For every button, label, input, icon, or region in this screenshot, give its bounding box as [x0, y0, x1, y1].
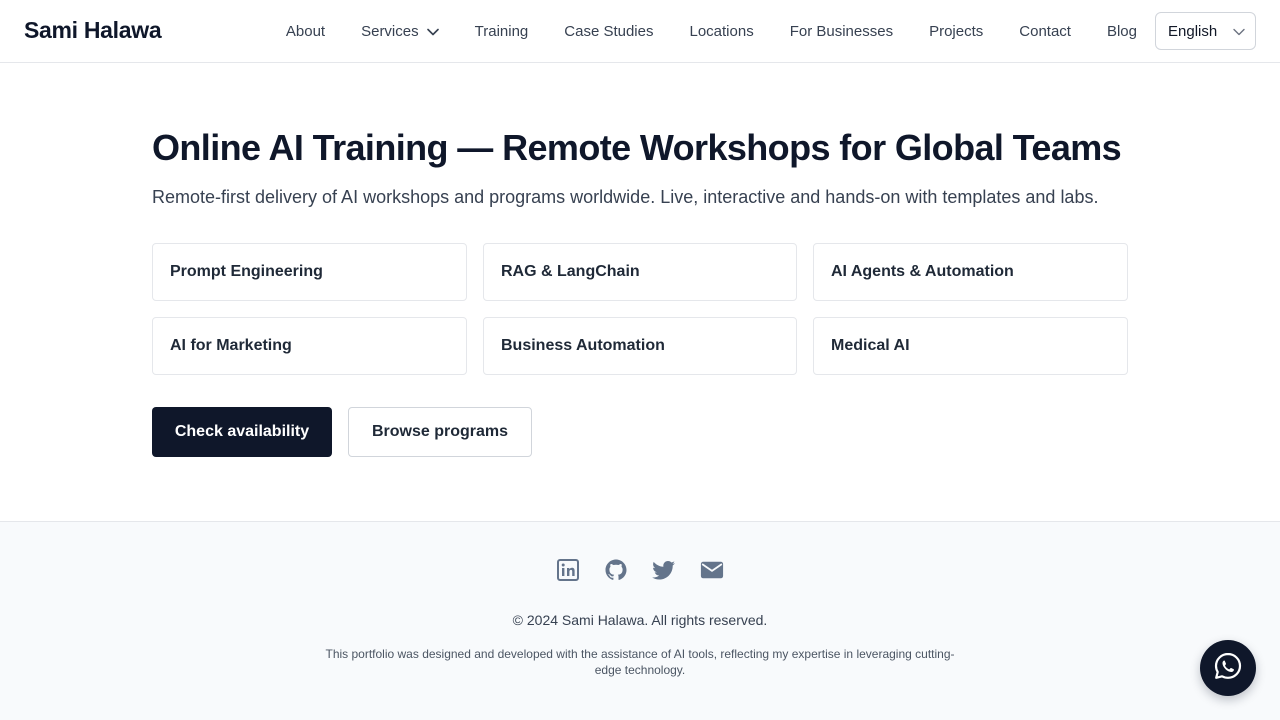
nav-locations-label: Locations [689, 22, 754, 40]
linkedin-icon[interactable] [556, 558, 580, 582]
social-links [0, 558, 1280, 582]
topic-card-rag-langchain[interactable]: RAG & LangChain [483, 243, 797, 301]
language-select[interactable]: English [1155, 12, 1256, 50]
nav-for-businesses-label: For Businesses [789, 22, 894, 40]
nav-about-label: About [285, 22, 326, 40]
nav-projects[interactable]: Projects [929, 23, 983, 40]
cta-buttons: Check availability Browse programs [152, 407, 532, 457]
nav-contact-label: Contact [1019, 22, 1071, 40]
nav-case-studies-label: Case Studies [564, 22, 654, 40]
nav-training[interactable]: Training [475, 23, 529, 40]
nav-locations[interactable]: Locations [689, 23, 753, 40]
nav-case-studies[interactable]: Case Studies [564, 23, 653, 40]
topic-card-prompt-engineering[interactable]: Prompt Engineering [152, 243, 467, 301]
nav-about[interactable]: About [286, 23, 325, 40]
topic-card-medical-ai[interactable]: Medical AI [813, 317, 1128, 375]
nav-contact[interactable]: Contact [1019, 23, 1071, 40]
page-subtitle: Remote-first delivery of AI workshops an… [152, 187, 1099, 207]
topic-grid: Prompt Engineering RAG & LangChain AI Ag… [152, 243, 1128, 375]
nav-blog-label: Blog [1106, 22, 1137, 40]
browse-programs-button[interactable]: Browse programs [348, 407, 532, 457]
nav-services[interactable]: Services [361, 23, 439, 40]
topic-card-ai-marketing[interactable]: AI for Marketing [152, 317, 467, 375]
twitter-icon[interactable] [652, 558, 676, 582]
site-footer: © 2024 Sami Halawa. All rights reserved.… [0, 521, 1280, 720]
main-nav: About Services Training Case Studies Loc… [286, 0, 1256, 62]
email-icon[interactable] [700, 558, 724, 582]
whatsapp-icon [1213, 651, 1243, 686]
check-availability-button[interactable]: Check availability [152, 407, 332, 457]
nav-blog[interactable]: Blog [1107, 23, 1137, 40]
topic-card-business-automation[interactable]: Business Automation [483, 317, 797, 375]
chevron-down-icon [1233, 23, 1245, 40]
nav-projects-label: Projects [929, 22, 984, 40]
topic-card-ai-agents[interactable]: AI Agents & Automation [813, 243, 1128, 301]
brand-logo[interactable]: Sami Halawa [24, 17, 162, 44]
copyright-text: © 2024 Sami Halawa. All rights reserved. [512, 612, 768, 628]
nav-services-label: Services [361, 22, 419, 40]
chevron-down-icon [426, 23, 439, 40]
github-icon[interactable] [604, 558, 628, 582]
ai-disclaimer-text: This portfolio was designed and develope… [325, 647, 955, 677]
page-title: Online AI Training — Remote Workshops fo… [152, 127, 1122, 168]
site-header: Sami Halawa About Services Training Case… [0, 0, 1280, 63]
nav-for-businesses[interactable]: For Businesses [790, 23, 893, 40]
whatsapp-chat-button[interactable] [1200, 640, 1256, 696]
language-select-value: English [1168, 22, 1218, 40]
nav-training-label: Training [474, 22, 529, 40]
